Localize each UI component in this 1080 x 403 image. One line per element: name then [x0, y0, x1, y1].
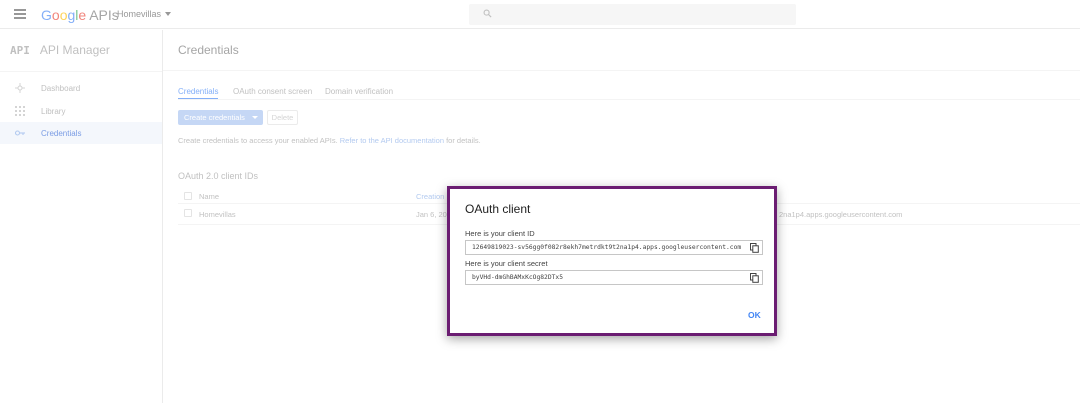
client-secret-label: Here is your client secret: [465, 259, 548, 268]
dialog-title: OAuth client: [465, 202, 531, 216]
app-root: Google APIs Homevillas API API Manager Das…: [0, 0, 1080, 403]
copy-icon[interactable]: [750, 273, 759, 283]
client-id-field[interactable]: 12649819023-sv56gg0f082r8ekh7metrdkt9t2n…: [465, 240, 763, 255]
client-secret-field[interactable]: byVHd-dmGhBAMxKcOg82DTx5: [465, 270, 763, 285]
ok-button[interactable]: OK: [748, 310, 761, 320]
oauth-client-dialog: OAuth client Here is your client ID 1264…: [447, 186, 777, 336]
client-id-label: Here is your client ID: [465, 229, 535, 238]
copy-icon[interactable]: [750, 243, 759, 253]
client-id-value[interactable]: 12649819023-sv56gg0f082r8ekh7metrdkt9t2n…: [472, 244, 741, 251]
client-secret-value[interactable]: byVHd-dmGhBAMxKcOg82DTx5: [472, 274, 563, 281]
